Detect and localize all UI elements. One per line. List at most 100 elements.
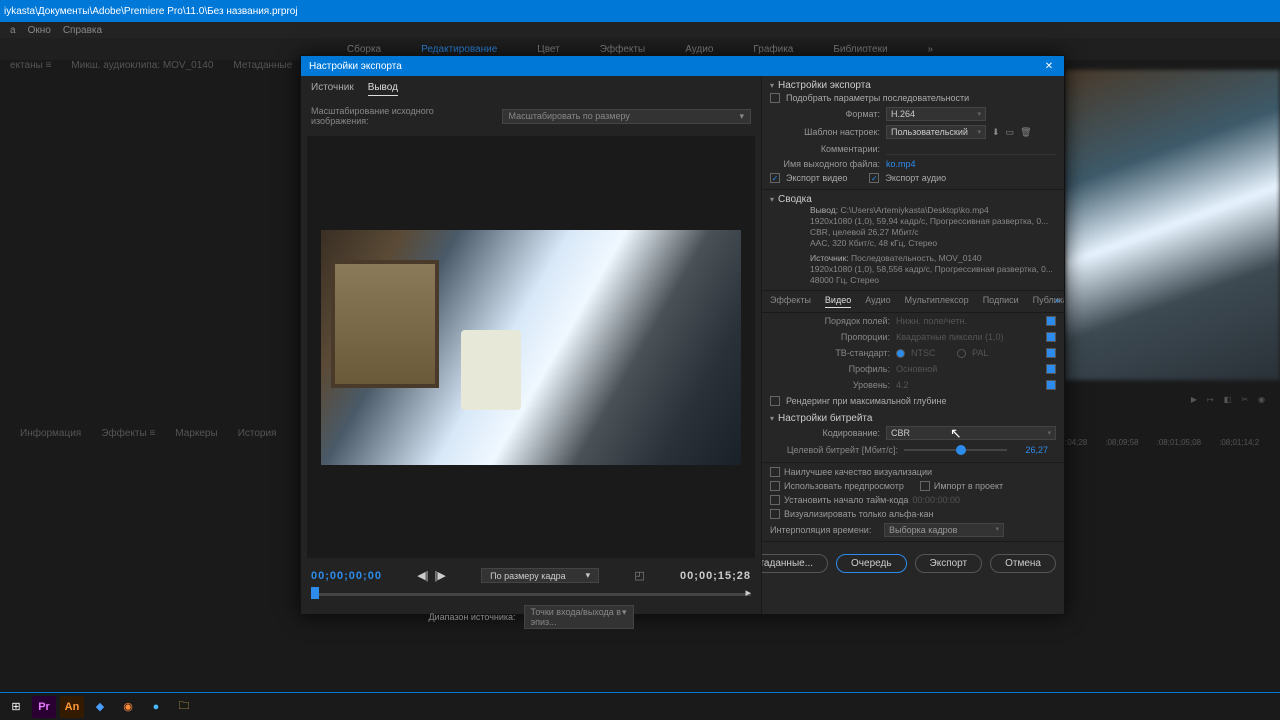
tabs-more-icon[interactable]: » — [1055, 295, 1060, 305]
encoding-select[interactable]: CBR — [886, 426, 1056, 440]
aspect-lock[interactable] — [1046, 332, 1056, 342]
ruler-tick: :08;01;14;2 — [1219, 438, 1259, 447]
workspace-tab[interactable]: Цвет — [537, 44, 559, 55]
tab-multiplexer[interactable]: Мультиплексор — [905, 295, 969, 308]
scale-select[interactable]: Масштабировать по размеру▾ — [502, 109, 751, 124]
output-name-label: Имя выходного файла: — [770, 159, 880, 169]
workspace-tab[interactable]: Графика — [753, 44, 793, 55]
background-program-monitor — [1065, 70, 1280, 380]
tool-icon[interactable]: ✂ — [1241, 395, 1248, 404]
delete-preset-icon[interactable]: 🗑 — [1020, 127, 1031, 138]
interp-select[interactable]: Выборка кадров▾ — [884, 523, 1004, 537]
section-export-settings[interactable]: Настройки экспорта — [770, 80, 1056, 91]
menu-item[interactable]: а — [10, 25, 16, 36]
format-select[interactable]: H.264 — [886, 107, 986, 121]
export-video-checkbox[interactable] — [770, 173, 780, 183]
output-name-link[interactable]: ko.mp4 — [886, 159, 916, 169]
bg-tab[interactable]: Микш. аудиоклипа: MOV_0140 — [71, 60, 213, 71]
workspace-more[interactable]: » — [928, 44, 934, 55]
tab-captions[interactable]: Подписи — [983, 295, 1019, 308]
import-project-checkbox[interactable] — [920, 481, 930, 491]
blender-icon[interactable]: ◉ — [116, 696, 140, 718]
export-audio-checkbox[interactable] — [869, 173, 879, 183]
aspect-icon[interactable]: ◰ — [634, 569, 644, 582]
metadata-button[interactable]: Метаданные... — [761, 554, 828, 573]
bg-tab[interactable]: Метаданные — [233, 60, 292, 71]
prev-frame-icon[interactable]: ◀| — [417, 569, 428, 582]
scale-label: Масштабирование исходного изображения: — [311, 106, 494, 126]
alpha-only-label: Визуализировать только альфа-кан — [784, 509, 933, 519]
app-icon[interactable]: ◆ — [88, 696, 112, 718]
profile-label: Профиль: — [770, 364, 890, 374]
bg-tab[interactable]: Информация — [20, 428, 81, 439]
main-menubar[interactable]: а Окно Справка — [0, 22, 1280, 38]
target-bitrate-value[interactable]: 26,27 — [1013, 445, 1048, 455]
bg-tab[interactable]: ектаны ≡ — [10, 60, 51, 71]
tab-effects[interactable]: Эффекты — [770, 295, 811, 308]
animate-icon[interactable]: An — [60, 696, 84, 718]
play-icon[interactable]: ▶ — [1191, 395, 1197, 404]
camera-icon[interactable]: ◉ — [1258, 395, 1265, 404]
preset-select[interactable]: Пользовательский — [886, 125, 986, 139]
browser-icon[interactable]: ● — [144, 696, 168, 718]
import-preset-icon[interactable]: ▭ — [1006, 127, 1015, 138]
section-summary[interactable]: Сводка — [770, 194, 1056, 205]
menu-item[interactable]: Окно — [28, 25, 51, 36]
tab-output[interactable]: Вывод — [368, 82, 398, 96]
bg-tab[interactable]: Эффекты ≡ — [101, 428, 155, 439]
save-preset-icon[interactable]: ⬇ — [992, 127, 1000, 138]
bg-tab[interactable]: Маркеры — [175, 428, 217, 439]
section-bitrate[interactable]: Настройки битрейта — [770, 413, 1056, 424]
timecode-start[interactable]: 00;00;00;00 — [311, 570, 382, 582]
playhead[interactable] — [311, 587, 319, 599]
cancel-button[interactable]: Отмена — [990, 554, 1056, 573]
workspace-tab[interactable]: Аудио — [685, 44, 713, 55]
set-timecode-checkbox[interactable] — [770, 495, 780, 505]
pal-radio[interactable] — [957, 349, 966, 358]
marker-icon[interactable]: ◧ — [1224, 395, 1232, 404]
level-label: Уровень: — [770, 380, 890, 390]
range-select[interactable]: Точки входа/выхода в эпиз...▾ — [524, 605, 634, 629]
windows-taskbar[interactable]: ⊞ Pr An ◆ ◉ ● 🗀 — [0, 692, 1280, 720]
slider-thumb[interactable] — [956, 445, 966, 455]
dialog-titlebar[interactable]: Настройки экспорта ✕ — [301, 56, 1064, 76]
explorer-icon[interactable]: 🗀 — [172, 696, 196, 718]
ntsc-radio[interactable] — [896, 349, 905, 358]
field-order-lock[interactable] — [1046, 316, 1056, 326]
bg-tab[interactable]: История — [238, 428, 277, 439]
level-lock[interactable] — [1046, 380, 1056, 390]
start-icon[interactable]: ⊞ — [4, 696, 28, 718]
workspace-tab[interactable]: Сборка — [347, 44, 381, 55]
match-sequence-checkbox[interactable] — [770, 93, 780, 103]
summary-output: Вывод: C:\Users\Artemiykasta\Desktop\ko.… — [770, 205, 1056, 249]
tv-lock[interactable] — [1046, 348, 1056, 358]
timecode-end: 00;00;15;28 — [680, 570, 751, 582]
queue-button[interactable]: Очередь — [836, 554, 907, 573]
export-button[interactable]: Экспорт — [915, 554, 983, 573]
tab-video[interactable]: Видео — [825, 295, 851, 308]
workspace-tab[interactable]: Библиотеки — [833, 44, 887, 55]
comments-input[interactable] — [886, 143, 1056, 155]
workspace-tab[interactable]: Эффекты — [600, 44, 645, 55]
range-value: Точки входа/выхода в эпиз... — [531, 607, 622, 627]
use-preview-checkbox[interactable] — [770, 481, 780, 491]
encoding-label: Кодирование: — [770, 428, 880, 438]
max-depth-label: Рендеринг при максимальной глубине — [786, 396, 947, 406]
profile-lock[interactable] — [1046, 364, 1056, 374]
alpha-only-checkbox[interactable] — [770, 509, 780, 519]
close-icon[interactable]: ✕ — [1042, 59, 1056, 73]
tab-source[interactable]: Источник — [311, 82, 354, 96]
interp-value: Выборка кадров — [889, 525, 957, 535]
step-icon[interactable]: ↦ — [1207, 395, 1214, 404]
next-frame-icon[interactable]: |▶ — [435, 569, 446, 582]
premiere-icon[interactable]: Pr — [32, 696, 56, 718]
max-depth-checkbox[interactable] — [770, 396, 780, 406]
fit-select[interactable]: По размеру кадра▾ — [481, 568, 599, 583]
workspace-tab-active[interactable]: Редактирование — [421, 44, 497, 55]
preset-value: Пользовательский — [891, 127, 968, 137]
menu-item[interactable]: Справка — [63, 25, 102, 36]
best-quality-checkbox[interactable] — [770, 467, 780, 477]
bitrate-slider[interactable] — [904, 449, 1007, 451]
scrub-bar[interactable]: ▸ — [311, 587, 751, 601]
tab-audio[interactable]: Аудио — [865, 295, 890, 308]
